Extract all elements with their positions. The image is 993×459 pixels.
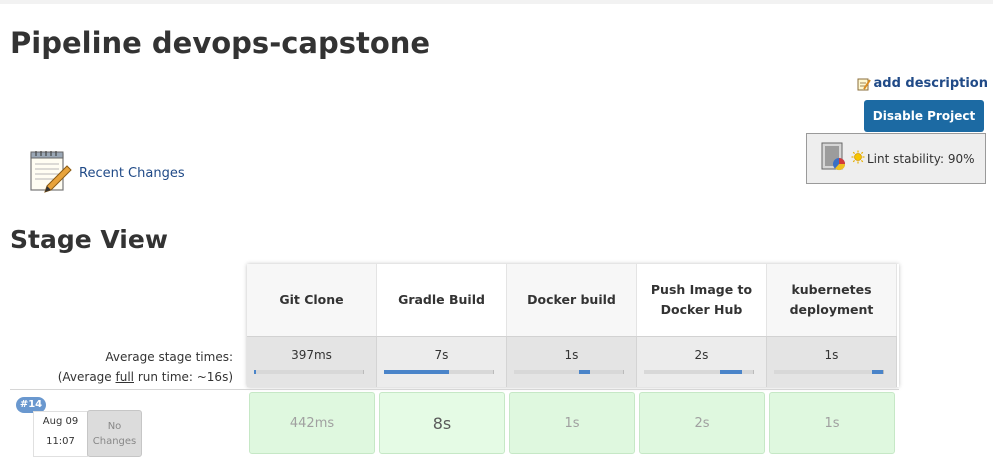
avg-progress-fill	[254, 370, 257, 374]
avg-progress-fill	[384, 370, 450, 374]
build-month-day: Aug 09	[42, 416, 79, 427]
stage-header-kubernetes-deployment: kubernetes deployment	[767, 264, 897, 336]
add-description-label: add description	[873, 76, 988, 91]
recent-changes-link[interactable]: Recent Changes	[27, 148, 185, 198]
stage-run-cell[interactable]: 2s	[639, 392, 765, 454]
avg-progress-fill	[720, 370, 743, 374]
full-run-time-link[interactable]: full	[116, 370, 135, 384]
lint-stability-label: Lint stability: 90%	[867, 151, 975, 166]
stage-run-cell[interactable]: 1s	[769, 392, 895, 454]
page-title: Pipeline devops-capstone	[10, 26, 431, 60]
avg-time: 397ms	[291, 348, 332, 362]
stage-header-row: Git Clone Gradle Build Docker build Push…	[247, 264, 899, 336]
recent-changes-label: Recent Changes	[79, 165, 185, 181]
stage-view-table: Git Clone Gradle Build Docker build Push…	[247, 264, 899, 387]
build-run-row: 442ms 8s 1s 2s 1s	[247, 389, 899, 459]
avg-time: 1s	[824, 348, 839, 362]
stage-header-gradle-build: Gradle Build	[377, 264, 507, 336]
lint-stability-widget[interactable]: Lint stability: 90%	[806, 133, 986, 184]
stage-header-push-image: Push Image to Docker Hub	[637, 264, 767, 336]
avg-time: 7s	[434, 348, 449, 362]
notepad-icon	[27, 148, 73, 198]
stage-run-cell[interactable]: 442ms	[249, 392, 375, 454]
avg-progress-bar	[514, 370, 624, 374]
notepad-edit-icon	[857, 77, 872, 91]
avg-progress-bar	[384, 370, 494, 374]
avg-cell: 2s	[637, 336, 767, 387]
avg-progress-bar	[644, 370, 754, 374]
add-description-link[interactable]: add description	[857, 76, 988, 91]
build-date: Aug 09 11:07	[33, 411, 88, 457]
avg-progress-fill	[579, 370, 591, 374]
avg-full-suffix: run time: ~16s)	[134, 370, 233, 384]
disable-project-button[interactable]: Disable Project	[864, 100, 984, 132]
average-times-row: 397ms 7s 1s 2s 1s	[247, 336, 899, 387]
sun-icon	[851, 150, 865, 167]
stage-run-cell[interactable]: 1s	[509, 392, 635, 454]
build-time: 11:07	[46, 436, 75, 447]
avg-stage-times-text: Average stage times:	[105, 350, 233, 364]
average-stage-times-label: Average stage times: (Average full run t…	[58, 347, 233, 387]
avg-full-prefix: (Average	[57, 370, 116, 384]
avg-progress-fill	[872, 370, 883, 374]
avg-time: 1s	[564, 348, 579, 362]
build-row-header: #14 Aug 09 11:07 No Changes	[10, 389, 248, 459]
stage-header-docker-build: Docker build	[507, 264, 637, 336]
stage-run-cell[interactable]: 8s	[379, 392, 505, 454]
avg-time: 2s	[694, 348, 709, 362]
top-bar	[0, 0, 993, 4]
avg-cell: 397ms	[247, 336, 377, 387]
avg-cell: 1s	[507, 336, 637, 387]
stage-header-git-clone: Git Clone	[247, 264, 377, 336]
stage-view-heading: Stage View	[10, 225, 168, 254]
avg-progress-bar	[254, 370, 364, 374]
avg-progress-bar	[774, 370, 884, 374]
lint-chart-icon	[821, 142, 849, 175]
avg-cell: 1s	[767, 336, 897, 387]
avg-cell: 7s	[377, 336, 507, 387]
no-changes-box[interactable]: No Changes	[87, 410, 142, 457]
avg-full-run-time: (Average full run time: ~16s)	[58, 367, 233, 387]
